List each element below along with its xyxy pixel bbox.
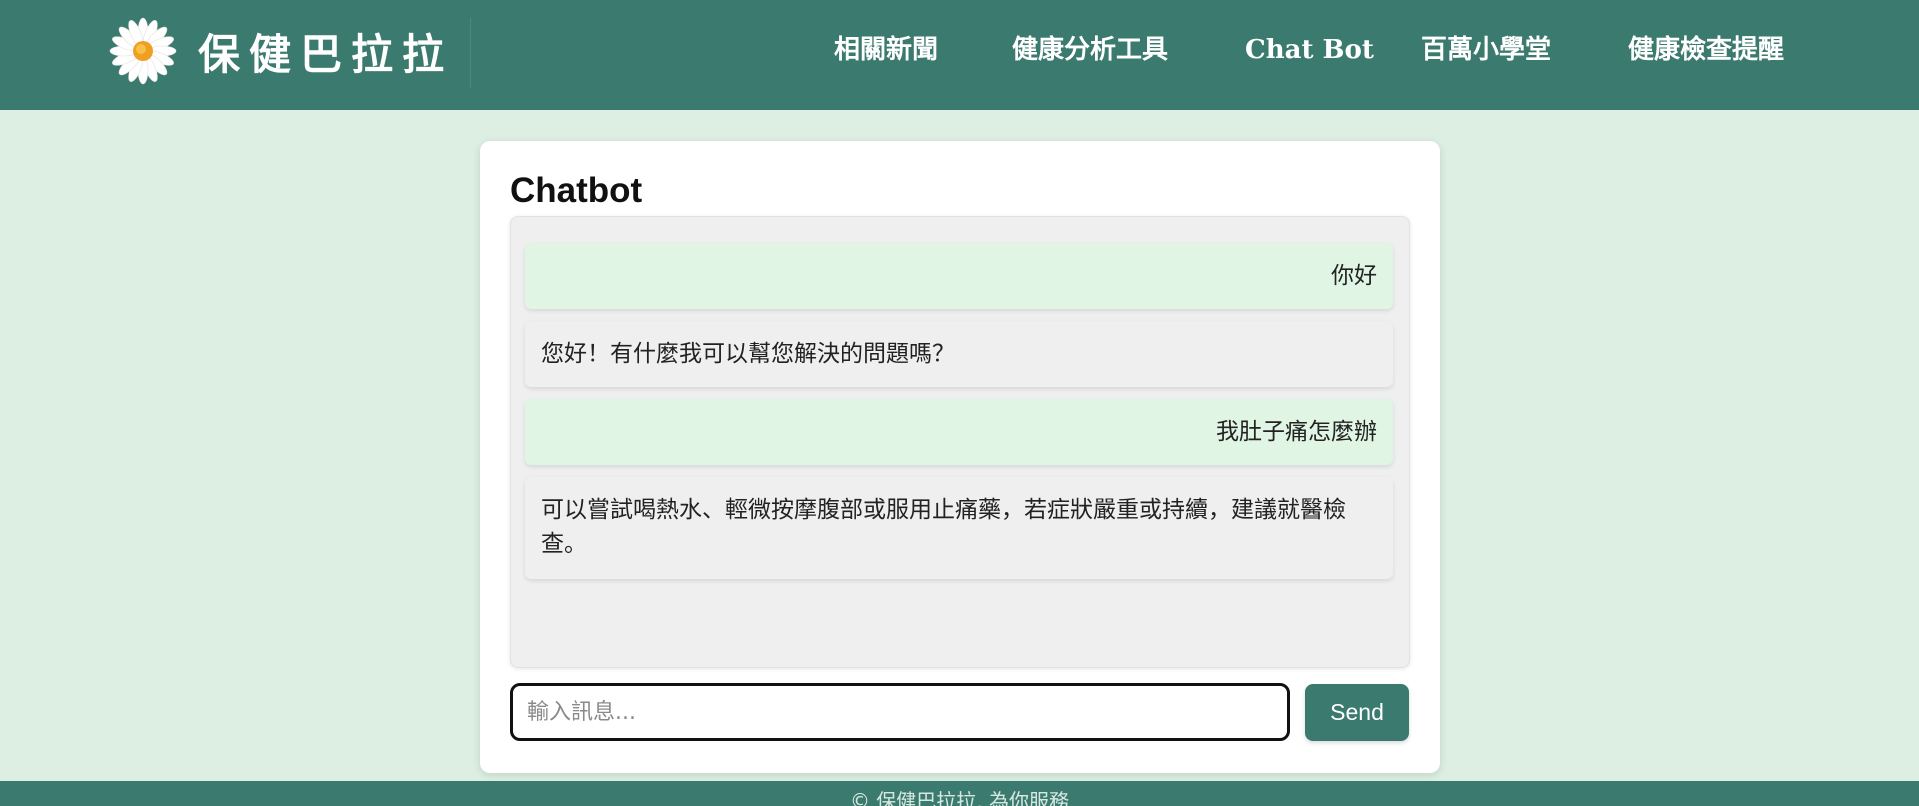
brand-divider bbox=[470, 18, 471, 88]
user-message: 我肚子痛怎麼辦 bbox=[525, 399, 1393, 465]
chat-title: Chatbot bbox=[510, 171, 643, 210]
bot-message: 可以嘗試喝熱水、輕微按摩腹部或服用止痛藥，若症狀嚴重或持續，建議就醫檢查。 bbox=[525, 477, 1393, 579]
footer-text: © 保健巴拉拉, 為你服務 bbox=[849, 789, 1070, 806]
footer: © 保健巴拉拉, 為你服務 bbox=[0, 781, 1919, 806]
brand-logo[interactable]: 保健巴拉拉 bbox=[108, 16, 453, 86]
message-input[interactable] bbox=[510, 683, 1290, 741]
send-button[interactable]: Send bbox=[1305, 684, 1409, 741]
bot-message: 您好！有什麼我可以幫您解決的問題嗎？ bbox=[525, 321, 1393, 387]
nav-item-checkup-reminder[interactable]: 健康檢查提醒 bbox=[1628, 30, 1784, 70]
nav-item-chatbot[interactable]: Chat Bot bbox=[1245, 30, 1374, 70]
nav-item-news[interactable]: 相關新聞 bbox=[834, 30, 938, 70]
brand-name: 保健巴拉拉 bbox=[198, 29, 454, 79]
top-navbar: 保健巴拉拉 相關新聞 健康分析工具 Chat Bot 百萬小學堂 健康檢查提醒 bbox=[0, 0, 1919, 110]
nav-item-health-tools[interactable]: 健康分析工具 bbox=[1012, 30, 1168, 70]
chat-card: Chatbot 你好 您好！有什麼我可以幫您解決的問題嗎？ 我肚子痛怎麼辦 可以… bbox=[480, 141, 1440, 773]
nav-item-quiz[interactable]: 百萬小學堂 bbox=[1421, 30, 1551, 70]
daisy-icon bbox=[109, 17, 177, 85]
chat-messages[interactable]: 你好 您好！有什麼我可以幫您解決的問題嗎？ 我肚子痛怎麼辦 可以嘗試喝熱水、輕微… bbox=[510, 216, 1410, 668]
user-message: 你好 bbox=[525, 243, 1393, 309]
